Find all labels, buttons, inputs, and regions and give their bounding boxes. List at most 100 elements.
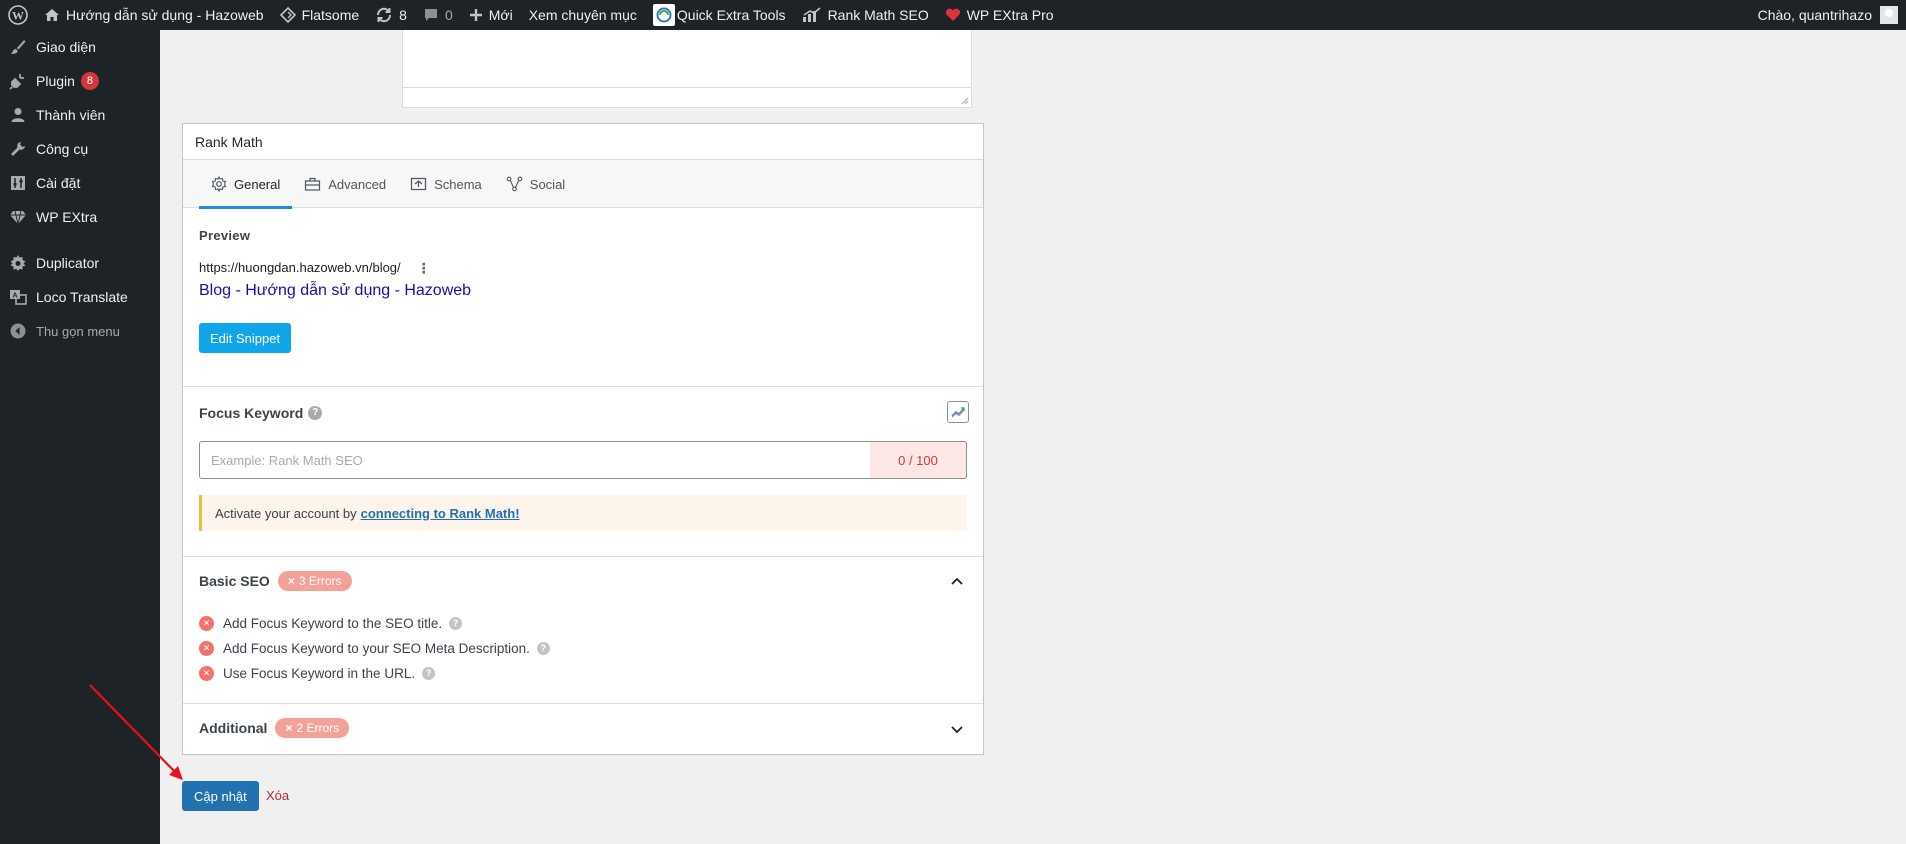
- error-icon: ✕: [199, 666, 214, 681]
- quick-tools-label: Quick Extra Tools: [676, 7, 786, 23]
- help-icon[interactable]: ?: [422, 667, 436, 680]
- sidebar-item-settings[interactable]: Cài đặt: [0, 166, 160, 200]
- gear-icon: [211, 176, 227, 192]
- quick-extra-tools-link[interactable]: Quick Extra Tools: [645, 0, 794, 30]
- wp-extra-pro-link[interactable]: WP EXtra Pro: [937, 0, 1062, 30]
- preview-heading: Preview: [199, 228, 251, 243]
- greeting-label: Chào, quantrihazo: [1757, 7, 1872, 23]
- check-text: Use Focus Keyword in the URL.: [223, 666, 416, 681]
- plugin-update-badge: 8: [80, 72, 99, 90]
- collapse-icon: [9, 322, 27, 340]
- delete-link[interactable]: Xóa: [266, 788, 289, 803]
- view-category-link[interactable]: Xem chuyên mục: [521, 0, 645, 30]
- metabox-title: Rank Math: [183, 124, 983, 160]
- comment-icon: [423, 7, 439, 23]
- help-icon[interactable]: ?: [308, 406, 323, 420]
- wordpress-logo-icon[interactable]: W: [0, 0, 36, 30]
- sidebar-item-tools[interactable]: Công cụ: [0, 132, 160, 166]
- duplicator-icon: [9, 254, 27, 272]
- update-button[interactable]: Cập nhật: [182, 781, 259, 811]
- edit-snippet-button[interactable]: Edit Snippet: [199, 323, 292, 353]
- error-count: 3 Errors: [298, 574, 342, 588]
- annotation-arrow: [89, 684, 183, 780]
- theme-label: Flatsome: [301, 7, 360, 23]
- focus-keyword-input-wrapper: 0 / 100: [199, 441, 967, 479]
- sidebar-item-appearance[interactable]: Giao diện: [0, 30, 160, 64]
- close-icon: ×: [285, 721, 293, 735]
- sidebar-item-users[interactable]: Thành viên: [0, 98, 160, 132]
- sidebar-item-label: Duplicator: [36, 255, 100, 271]
- account-menu[interactable]: Chào, quantrihazo: [1758, 6, 1906, 24]
- avatar: [1880, 6, 1898, 24]
- help-icon[interactable]: ?: [536, 642, 550, 655]
- trends-button[interactable]: [947, 401, 969, 423]
- plugin-icon: [9, 72, 27, 90]
- snippet-preview-section: Preview https://huongdan.hazoweb.vn/blog…: [183, 208, 983, 387]
- menu-separator: [0, 234, 160, 246]
- view-category-label: Xem chuyên mục: [528, 7, 637, 23]
- list-item: ✕ Add Focus Keyword to your SEO Meta Des…: [199, 636, 550, 661]
- excerpt-textarea[interactable]: [402, 30, 972, 108]
- rank-math-link[interactable]: Rank Math SEO: [794, 0, 937, 30]
- sidebar-item-label: WP EXtra: [36, 209, 98, 225]
- error-badge: × 2 Errors: [275, 718, 350, 738]
- chevron-down-icon[interactable]: [951, 726, 963, 734]
- tab-social[interactable]: Social: [494, 160, 577, 208]
- list-item: ✕ Use Focus Keyword in the URL. ?: [199, 661, 550, 686]
- sidebar-item-duplicator[interactable]: Duplicator: [0, 246, 160, 280]
- site-name-link[interactable]: Hướng dẫn sử dụng - Hazoweb: [36, 0, 272, 30]
- settings-icon: [9, 174, 27, 192]
- help-icon[interactable]: ?: [449, 617, 463, 630]
- check-text: Add Focus Keyword to your SEO Meta Descr…: [223, 641, 530, 656]
- theme-link[interactable]: Flatsome: [272, 0, 368, 30]
- basic-seo-section: Basic SEO × 3 Errors ✕ Add Focus Keyword…: [183, 557, 983, 704]
- basic-seo-checks: ✕ Add Focus Keyword to the SEO title. ? …: [199, 611, 550, 686]
- sidebar-item-label: Thành viên: [36, 107, 106, 123]
- comments-link[interactable]: 0: [415, 0, 461, 30]
- chevron-up-icon[interactable]: [951, 577, 963, 585]
- basic-seo-header[interactable]: Basic SEO × 3 Errors: [199, 571, 352, 591]
- tab-schema[interactable]: Schema: [398, 160, 494, 208]
- translate-icon: A: [9, 288, 27, 306]
- rank-math-label: Rank Math SEO: [827, 7, 929, 23]
- svg-text:A: A: [12, 293, 17, 300]
- rank-math-icon: [802, 7, 822, 23]
- connect-rank-math-link[interactable]: connecting to Rank Math!: [361, 506, 520, 521]
- additional-section: Additional × 2 Errors: [183, 704, 983, 754]
- main-content: Rank Math General Advanced Schema Social…: [160, 30, 1906, 844]
- collapse-menu-button[interactable]: Thu gọn menu: [0, 314, 160, 348]
- additional-header[interactable]: Additional × 2 Errors: [199, 718, 350, 738]
- list-item: ✕ Add Focus Keyword to the SEO title. ?: [199, 611, 550, 636]
- sidebar-item-plugins[interactable]: Plugin 8: [0, 64, 160, 98]
- sidebar-item-label: Cài đặt: [36, 175, 81, 191]
- activation-notice: Activate your account by connecting to R…: [199, 495, 967, 531]
- toolbox-icon: [305, 177, 321, 191]
- tab-label: Advanced: [328, 176, 387, 192]
- more-options-icon[interactable]: ⋮: [417, 261, 431, 275]
- sidebar-item-wp-extra[interactable]: WP EXtra: [0, 200, 160, 234]
- tab-advanced[interactable]: Advanced: [292, 160, 398, 208]
- textarea-status-bar: [403, 87, 971, 107]
- brush-icon: [9, 38, 27, 56]
- preview-url: https://huongdan.hazoweb.vn/blog/ ⋮: [199, 260, 431, 275]
- admin-bar: W Hướng dẫn sử dụng - Hazoweb Flatsome 8…: [0, 0, 1906, 30]
- trend-chart-icon: [951, 407, 965, 418]
- heart-icon: [945, 8, 961, 22]
- schema-icon: [410, 177, 427, 191]
- focus-keyword-input[interactable]: [200, 442, 870, 478]
- tab-general[interactable]: General: [199, 160, 293, 209]
- notice-text: Activate your account by: [215, 505, 357, 521]
- updates-link[interactable]: 8: [367, 0, 415, 30]
- collapse-menu-label: Thu gọn menu: [36, 323, 120, 339]
- error-icon: ✕: [199, 641, 214, 656]
- tab-label: Schema: [434, 176, 482, 192]
- close-icon: ×: [287, 574, 295, 588]
- new-content-link[interactable]: Mới: [461, 0, 521, 30]
- resize-handle-icon[interactable]: [959, 95, 969, 105]
- user-icon: [9, 106, 27, 124]
- sidebar-item-label: Loco Translate: [36, 289, 128, 305]
- preview-title-link[interactable]: Blog - Hướng dẫn sử dụng - Hazoweb: [199, 282, 471, 300]
- focus-keyword-label: Focus Keyword ?: [199, 405, 323, 421]
- sidebar-item-loco-translate[interactable]: A Loco Translate: [0, 280, 160, 314]
- tab-label: General: [234, 176, 281, 192]
